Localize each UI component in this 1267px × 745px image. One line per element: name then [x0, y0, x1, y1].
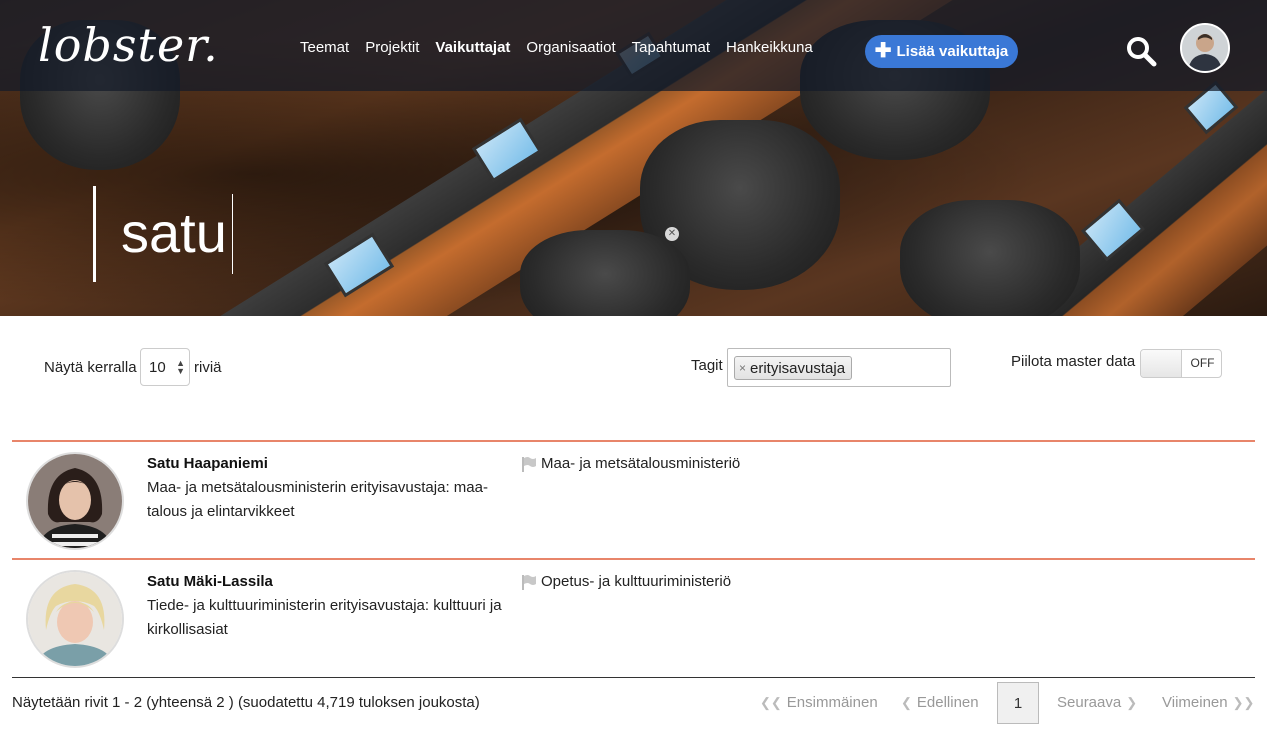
pager-next-label: Seuraava: [1057, 694, 1122, 711]
organization-name: Maa- ja metsätalousministeriö: [541, 455, 741, 472]
person-name[interactable]: Satu Haapaniemi: [147, 455, 268, 472]
hide-master-toggle[interactable]: OFF: [1140, 349, 1222, 378]
double-chevron-right-icon: ❯❯: [1232, 694, 1255, 710]
add-influencer-label: Lisää vaikuttaja: [896, 43, 1009, 60]
user-avatar[interactable]: [1180, 23, 1230, 73]
table-info: Näytetään rivit 1 - 2 (yhteensä 2 ) (suo…: [12, 694, 480, 711]
organization-link[interactable]: Opetus- ja kulttuuriministeriö: [521, 573, 731, 590]
page-size-label: Näytä kerralla: [44, 359, 137, 376]
toggle-knob: [1141, 350, 1182, 377]
app-logo[interactable]: lobster.: [38, 18, 219, 72]
person-name[interactable]: Satu Mäki-Lassila: [147, 573, 273, 590]
organization-name: Opetus- ja kulttuuriministeriö: [541, 573, 732, 590]
flag-icon: [522, 574, 536, 590]
nav-item-projektit[interactable]: Projektit: [365, 39, 419, 56]
search-input[interactable]: satu: [121, 200, 227, 265]
tags-input[interactable]: × erityisavustaja: [727, 348, 951, 387]
pager-last-button[interactable]: Viimeinen ❯❯: [1162, 694, 1254, 711]
tag-remove-icon[interactable]: ×: [739, 361, 746, 375]
chevron-right-icon: ❯: [1126, 694, 1138, 710]
person-title: Tiede- ja kulttuuriministerin erityisavu…: [147, 597, 502, 638]
pager-first-button[interactable]: ❮❮ Ensimmäinen: [760, 694, 878, 711]
pager-last-label: Viimeinen: [1162, 694, 1228, 711]
search-icon[interactable]: [1125, 35, 1157, 67]
main-nav: Teemat Projektit Vaikuttajat Organisaati…: [300, 39, 829, 56]
nav-item-teemat[interactable]: Teemat: [300, 39, 349, 56]
row-divider: [12, 440, 1255, 442]
tags-label: Tagit: [691, 357, 723, 374]
person-photo: [26, 452, 124, 550]
search-caret: [232, 194, 233, 274]
nav-item-vaikuttajat[interactable]: Vaikuttajat: [435, 39, 510, 56]
organization-link[interactable]: Maa- ja metsätalousministeriö: [521, 455, 740, 472]
row-divider: [12, 558, 1255, 560]
hero-chair-decoration: [900, 200, 1080, 316]
add-influencer-button[interactable]: ✚ Lisää vaikuttaja: [865, 35, 1018, 68]
chevron-left-icon: ❮: [901, 694, 912, 710]
toggle-state: OFF: [1190, 356, 1215, 370]
search-indicator-bar: [93, 186, 96, 282]
tag-label: erityisavustaja: [750, 359, 846, 377]
table-bottom-border: [12, 677, 1255, 678]
person-title: Maa- ja metsätalousministerin erityisavu…: [147, 479, 488, 520]
double-chevron-left-icon: ❮❮: [760, 694, 782, 710]
select-arrows-icon: ▲ ▼: [176, 358, 185, 376]
page-size-value: 10: [149, 359, 166, 376]
pager-prev-label: Edellinen: [916, 694, 979, 711]
nav-item-hankeikkuna[interactable]: Hankeikkuna: [726, 39, 813, 56]
plus-icon: ✚: [874, 39, 892, 62]
nav-item-tapahtumat[interactable]: Tapahtumat: [632, 39, 710, 56]
flag-icon: [522, 456, 536, 472]
nav-item-organisaatiot[interactable]: Organisaatiot: [526, 39, 615, 56]
pager-first-label: Ensimmäinen: [786, 694, 878, 711]
hide-master-label: Piilota master data: [1011, 353, 1136, 370]
page-size-select[interactable]: 10 ▲ ▼: [140, 348, 190, 386]
pager-prev-button[interactable]: ❮ Edellinen: [901, 694, 979, 711]
rows-label: riviä: [194, 359, 222, 376]
tag-chip: × erityisavustaja: [734, 356, 853, 380]
clear-icon[interactable]: ✕: [665, 227, 679, 241]
pager-current-page[interactable]: 1: [997, 682, 1039, 724]
pager-next-button[interactable]: Seuraava ❯: [1057, 694, 1137, 711]
hero-chair-decoration: [520, 230, 690, 316]
person-photo: [26, 570, 124, 668]
